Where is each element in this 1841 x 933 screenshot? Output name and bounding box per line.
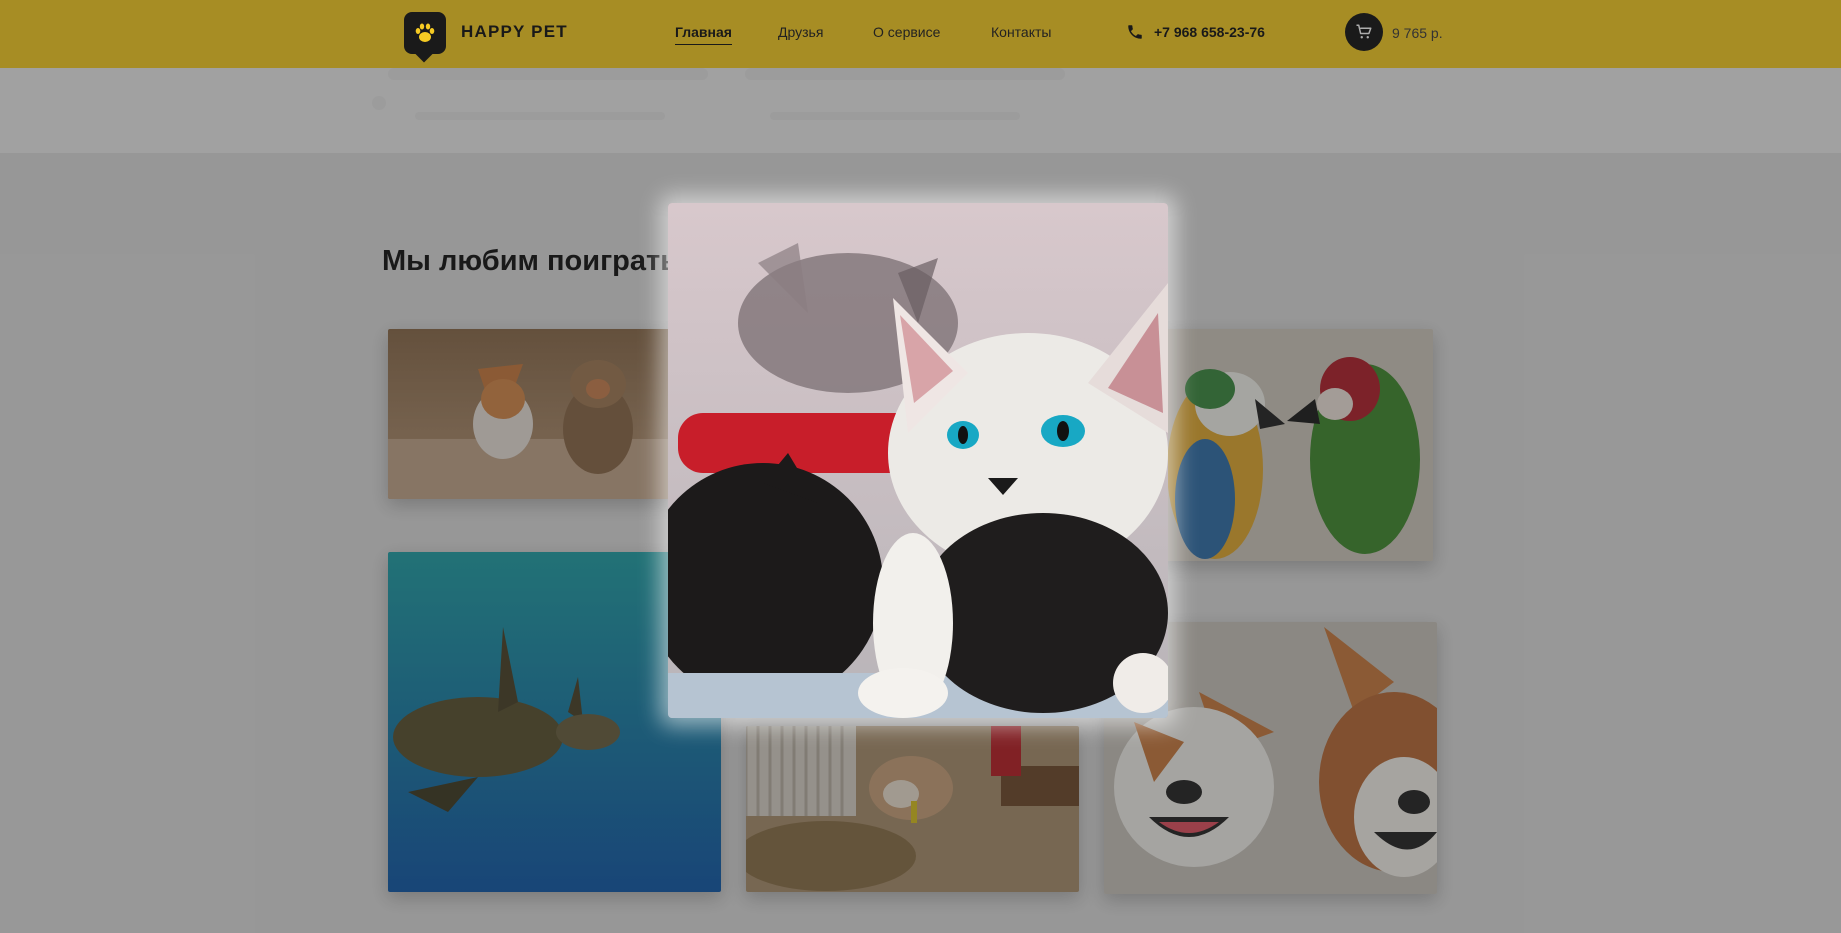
modal-image-kittens[interactable] <box>668 203 1168 718</box>
kittens-photo <box>668 203 1168 718</box>
paw-icon <box>415 23 435 42</box>
